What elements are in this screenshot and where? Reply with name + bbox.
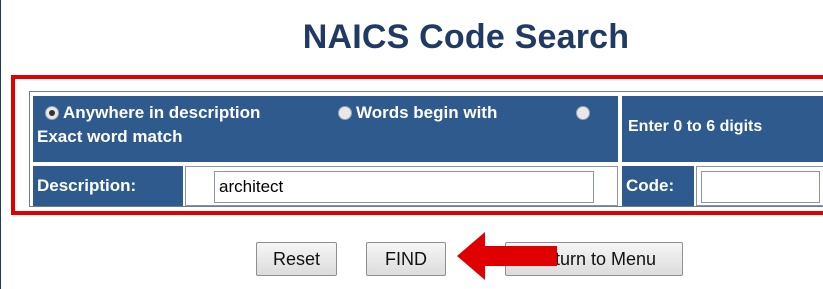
red-arrow-icon: [457, 232, 557, 280]
option-anywhere-label[interactable]: Anywhere in description: [63, 103, 260, 123]
radio-anywhere[interactable]: [45, 106, 59, 120]
description-input-cell: [185, 166, 618, 206]
code-label-cell: Code:: [622, 166, 694, 206]
description-label-cell: Description:: [33, 166, 183, 206]
code-input[interactable]: [701, 171, 820, 203]
naics-search-page: NAICS Code Search Anywhere in descriptio…: [0, 0, 823, 289]
option-words-begin-label[interactable]: Words begin with: [356, 103, 497, 123]
code-hint-cell: Enter 0 to 6 digits: [622, 96, 823, 162]
radio-exact-match[interactable]: [576, 106, 590, 120]
description-input[interactable]: [214, 171, 594, 203]
option-exact-match-label[interactable]: Exact word match: [37, 127, 183, 147]
code-hint-text: Enter 0 to 6 digits: [628, 118, 763, 135]
code-label: Code:: [626, 176, 675, 195]
find-button[interactable]: FIND: [366, 242, 446, 276]
description-label: Description:: [37, 176, 137, 195]
reset-button[interactable]: Reset: [256, 242, 337, 276]
search-form: Anywhere in description Words begin with…: [29, 91, 823, 207]
code-input-cell: [696, 166, 823, 206]
radio-words-begin[interactable]: [338, 106, 352, 120]
search-options-cell: Anywhere in description Words begin with…: [33, 96, 618, 162]
page-title: NAICS Code Search: [302, 18, 630, 56]
